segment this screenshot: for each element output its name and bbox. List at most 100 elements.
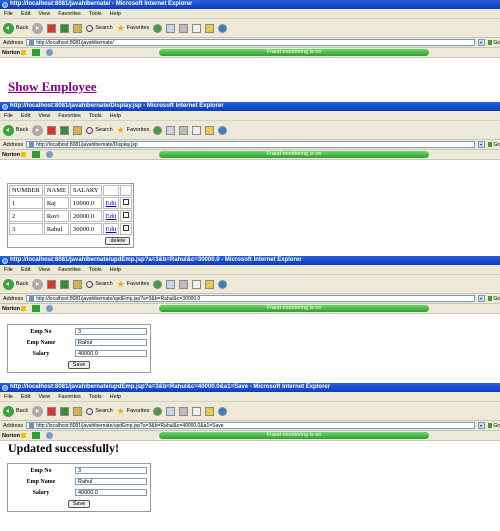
search-button[interactable]: Search xyxy=(86,280,113,288)
menu-file[interactable]: File xyxy=(4,113,13,119)
favorites-button[interactable]: ★ Favorites xyxy=(117,23,150,33)
stop-icon[interactable] xyxy=(47,23,57,33)
norton-safe-icon[interactable] xyxy=(32,432,41,439)
edit-link[interactable]: Edit xyxy=(106,200,117,207)
home-icon[interactable] xyxy=(73,279,83,289)
messenger-icon[interactable] xyxy=(218,279,228,289)
emp-name-input[interactable]: Rahul xyxy=(75,478,147,485)
refresh-icon[interactable] xyxy=(60,279,70,289)
search-button[interactable]: Search xyxy=(86,24,113,32)
row-checkbox[interactable] xyxy=(123,199,130,205)
go-button[interactable]: Go xyxy=(488,423,500,429)
address-input[interactable]: http://localhost:8081/javahibernate/updE… xyxy=(26,295,475,302)
history-icon[interactable] xyxy=(153,279,163,289)
history-icon[interactable] xyxy=(153,406,163,416)
stop-icon[interactable] xyxy=(47,125,57,135)
back-button[interactable]: Back xyxy=(3,22,28,34)
home-icon[interactable] xyxy=(73,125,83,135)
address-dropdown-icon[interactable] xyxy=(478,39,485,46)
folder-icon[interactable] xyxy=(205,23,215,33)
save-button[interactable]: Save xyxy=(67,500,91,508)
edit-link[interactable]: Edit xyxy=(106,213,117,220)
menu-help[interactable]: Help xyxy=(110,394,121,400)
favorites-button[interactable]: ★ Favorites xyxy=(117,406,150,416)
menu-file[interactable]: File xyxy=(4,11,13,17)
norton-safe-icon[interactable] xyxy=(32,151,41,158)
emp-no-input[interactable]: 3 xyxy=(75,328,147,335)
print-icon[interactable] xyxy=(179,23,189,33)
save-button[interactable]: Save xyxy=(67,361,91,369)
norton-web-icon[interactable] xyxy=(46,151,54,158)
back-button[interactable]: Back xyxy=(3,124,28,136)
messenger-icon[interactable] xyxy=(218,23,228,33)
stop-icon[interactable] xyxy=(47,406,57,416)
folder-icon[interactable] xyxy=(205,125,215,135)
go-button[interactable]: Go xyxy=(488,142,500,148)
favorites-button[interactable]: ★ Favorites xyxy=(117,279,150,289)
history-icon[interactable] xyxy=(153,23,163,33)
messenger-icon[interactable] xyxy=(218,125,228,135)
menu-file[interactable]: File xyxy=(4,394,13,400)
forward-button[interactable] xyxy=(32,124,44,136)
address-dropdown-icon[interactable] xyxy=(478,422,485,429)
go-button[interactable]: Go xyxy=(488,40,500,46)
mail-icon[interactable] xyxy=(166,23,176,33)
edit-link[interactable]: Edit xyxy=(106,226,117,233)
home-icon[interactable] xyxy=(73,406,83,416)
refresh-icon[interactable] xyxy=(60,406,70,416)
menu-favorites[interactable]: Favorites xyxy=(58,394,81,400)
forward-button[interactable] xyxy=(32,278,44,290)
messenger-icon[interactable] xyxy=(218,406,228,416)
fraud-monitoring-status[interactable]: Fraud monitoring is on xyxy=(159,305,430,312)
address-input[interactable]: http://localhost:8081/javahibernate/Disp… xyxy=(26,141,475,148)
menu-file[interactable]: File xyxy=(4,267,13,273)
menu-help[interactable]: Help xyxy=(110,267,121,273)
norton-safe-icon[interactable] xyxy=(32,305,41,312)
fraud-monitoring-status[interactable]: Fraud monitoring is on xyxy=(159,49,430,56)
folder-icon[interactable] xyxy=(205,406,215,416)
menu-view[interactable]: View xyxy=(38,11,50,17)
edit-page-icon[interactable] xyxy=(192,406,202,416)
menu-edit[interactable]: Edit xyxy=(21,267,30,273)
history-icon[interactable] xyxy=(153,125,163,135)
forward-button[interactable] xyxy=(32,405,44,417)
salary-input[interactable]: 40000.0 xyxy=(75,350,147,357)
print-icon[interactable] xyxy=(179,125,189,135)
back-button[interactable]: Back xyxy=(3,278,28,290)
refresh-icon[interactable] xyxy=(60,125,70,135)
stop-icon[interactable] xyxy=(47,279,57,289)
back-button[interactable]: Back xyxy=(3,405,28,417)
menu-tools[interactable]: Tools xyxy=(89,267,102,273)
go-button[interactable]: Go xyxy=(488,296,500,302)
row-checkbox[interactable] xyxy=(123,225,130,231)
delete-button[interactable]: delete xyxy=(105,237,131,245)
menu-view[interactable]: View xyxy=(38,267,50,273)
home-icon[interactable] xyxy=(73,23,83,33)
norton-safe-icon[interactable] xyxy=(32,49,41,56)
favorites-button[interactable]: ★ Favorites xyxy=(117,125,150,135)
address-dropdown-icon[interactable] xyxy=(478,141,485,148)
menu-tools[interactable]: Tools xyxy=(89,113,102,119)
edit-page-icon[interactable] xyxy=(192,279,202,289)
norton-web-icon[interactable] xyxy=(46,49,54,56)
menu-edit[interactable]: Edit xyxy=(21,394,30,400)
menu-view[interactable]: View xyxy=(38,394,50,400)
forward-button[interactable] xyxy=(32,22,44,34)
edit-page-icon[interactable] xyxy=(192,125,202,135)
address-input[interactable]: http://localhost:8081/javahibernate/ xyxy=(26,39,475,46)
menu-tools[interactable]: Tools xyxy=(89,11,102,17)
norton-web-icon[interactable] xyxy=(46,305,54,312)
fraud-monitoring-status[interactable]: Fraud monitoring is on xyxy=(159,432,430,439)
refresh-icon[interactable] xyxy=(60,23,70,33)
mail-icon[interactable] xyxy=(166,406,176,416)
menu-help[interactable]: Help xyxy=(110,11,121,17)
salary-input[interactable]: 40000.0 xyxy=(75,489,147,496)
show-employee-link[interactable]: Show Employee xyxy=(8,79,96,95)
address-dropdown-icon[interactable] xyxy=(478,295,485,302)
edit-page-icon[interactable] xyxy=(192,23,202,33)
menu-edit[interactable]: Edit xyxy=(21,113,30,119)
menu-favorites[interactable]: Favorites xyxy=(58,11,81,17)
menu-view[interactable]: View xyxy=(38,113,50,119)
norton-web-icon[interactable] xyxy=(46,432,54,439)
menu-edit[interactable]: Edit xyxy=(21,11,30,17)
